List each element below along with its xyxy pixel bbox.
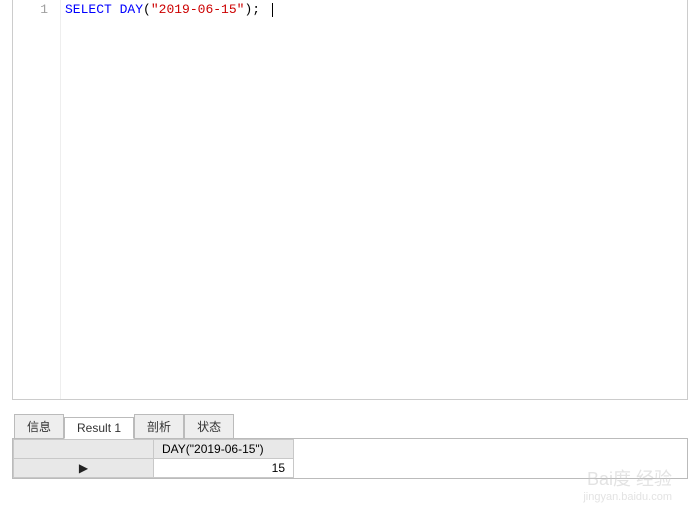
string-literal: "2019-06-15" — [151, 2, 245, 17]
tab-status[interactable]: 状态 — [184, 414, 234, 439]
line-number-1: 1 — [13, 2, 48, 18]
text-cursor — [272, 3, 273, 17]
code-area[interactable]: SELECT DAY("2019-06-15"); — [61, 0, 687, 399]
line-gutter: 1 — [13, 0, 61, 399]
row-marker-header — [14, 440, 154, 459]
tab-info[interactable]: 信息 — [14, 414, 64, 439]
current-row-marker: ▶ — [14, 459, 154, 478]
column-header[interactable]: DAY("2019-06-15") — [154, 440, 294, 459]
result-tabs: 信息 Result 1 剖析 状态 — [14, 414, 688, 439]
result-value[interactable]: 15 — [154, 459, 294, 478]
semicolon: ; — [252, 2, 260, 17]
func-day: DAY — [120, 2, 143, 17]
tab-analysis[interactable]: 剖析 — [134, 414, 184, 439]
paren-open: ( — [143, 2, 151, 17]
result-grid: DAY("2019-06-15") ▶ 15 — [12, 438, 688, 479]
table-header-row: DAY("2019-06-15") — [14, 440, 294, 459]
result-table: DAY("2019-06-15") ▶ 15 — [13, 439, 294, 478]
tab-result1[interactable]: Result 1 — [64, 417, 134, 439]
table-row[interactable]: ▶ 15 — [14, 459, 294, 478]
keyword-select: SELECT — [65, 2, 112, 17]
sql-editor[interactable]: 1 SELECT DAY("2019-06-15"); — [12, 0, 688, 400]
